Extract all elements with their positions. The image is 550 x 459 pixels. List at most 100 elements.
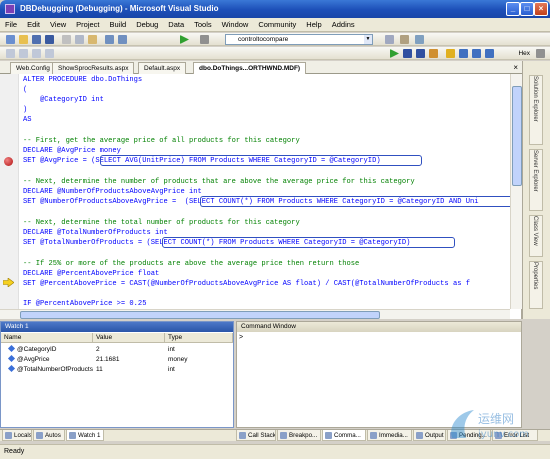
show-next-statement-icon[interactable] [446,49,455,58]
tab-label: Autos [45,432,61,439]
menu-edit[interactable]: Edit [22,18,45,32]
uncomment-icon[interactable] [45,49,54,58]
start-debug-icon[interactable] [180,35,189,44]
menu-view[interactable]: View [45,18,71,32]
menu-file[interactable]: File [0,18,22,32]
column-header-name[interactable]: Name [1,333,93,343]
maximize-button[interactable]: □ [520,2,534,16]
new-project-icon[interactable] [6,35,15,44]
editor-horizontal-scrollbar[interactable] [0,309,510,319]
toolbox-icon[interactable] [415,35,424,44]
sql-block-highlight[interactable] [100,155,422,166]
chevron-down-icon[interactable]: ▼ [364,35,372,44]
tab-web-config[interactable]: Web.Config [10,62,56,74]
sql-block-highlight[interactable] [162,237,455,248]
tab-label: Locals [14,432,32,439]
watch-row-type: money [168,356,188,363]
indent-icon[interactable] [6,49,15,58]
tab-label: Call Stack [248,432,276,439]
immediate-icon [370,432,377,439]
menu-addins[interactable]: Addins [327,18,360,32]
comment-icon[interactable] [32,49,41,58]
tab-server-explorer[interactable]: Server Explorer [529,149,543,211]
tab-default-aspx[interactable]: Default.aspx [138,62,187,74]
scrollbar-thumb[interactable] [20,311,380,319]
tab-breakpoints[interactable]: Breakpo... [277,430,321,441]
step-into-icon[interactable] [459,49,468,58]
tab-command[interactable]: Comma... [322,430,366,441]
watch-row-name[interactable]: @CategoryID [7,344,56,355]
tab-locals[interactable]: Locals [2,430,32,441]
save-icon[interactable] [32,35,41,44]
menu-project[interactable]: Project [71,18,104,32]
tab-showsprocresults[interactable]: ShowSprocResults.aspx [52,62,135,74]
tab-immediate[interactable]: Immedia... [367,430,412,441]
breakpoints-window-icon[interactable] [536,49,545,58]
tab-properties[interactable]: Properties [529,261,543,309]
code-line: ALTER PROCEDURE dbo.DoThings [23,76,143,84]
close-tab-icon[interactable]: × [513,62,518,73]
watermark-url: iyunv.com [478,429,529,440]
stop-icon[interactable] [416,49,425,58]
tab-autos[interactable]: Autos [33,430,65,441]
minimize-button[interactable]: _ [506,2,520,16]
column-header-type[interactable]: Type [165,333,233,343]
code-line: -- If 25% or more of the products are ab… [23,260,360,268]
breakpoint-icon[interactable] [4,157,13,166]
menu-debug[interactable]: Debug [131,18,163,32]
column-header-value[interactable]: Value [93,333,165,343]
continue-icon[interactable] [390,49,399,58]
paste-icon[interactable] [88,35,97,44]
code-line: DECLARE @TotalNumberOfProducts int [23,229,168,237]
copy-icon[interactable] [75,35,84,44]
step-out-icon[interactable] [485,49,494,58]
watch-row-value[interactable]: 2 [96,345,100,355]
code-editor[interactable]: ALTER PROCEDURE dbo.DoThings ( @Category… [0,74,522,319]
undo-icon[interactable] [105,35,114,44]
scrollbar-thumb[interactable] [512,86,522,186]
watermark-cn: 运维网 [478,412,514,426]
code-line: DECLARE @NumberOfProductsAboveAvgPrice i… [23,188,202,196]
find-combo[interactable]: controltocompare ▼ [225,34,373,45]
tab-solution-explorer[interactable]: Solution Explorer [529,75,543,145]
open-icon[interactable] [19,35,28,44]
menu-window[interactable]: Window [217,18,254,32]
title-bar: DBDebugging (Debugging) - Microsoft Visu… [0,0,550,18]
command-icon [325,432,332,439]
save-all-icon[interactable] [45,35,54,44]
pause-icon[interactable] [403,49,412,58]
properties-icon[interactable] [400,35,409,44]
editor-vertical-scrollbar[interactable] [510,74,522,309]
watch-row-value[interactable]: 11 [96,365,103,375]
watch-row-type: int [168,346,175,353]
watch-row-value[interactable]: 21.1681 [96,355,120,365]
variable-icon [7,354,16,363]
tab-class-view[interactable]: Class View [529,215,543,257]
menu-data[interactable]: Data [163,18,189,32]
restart-icon[interactable] [429,49,438,58]
sql-block-highlight[interactable] [200,196,510,207]
cut-icon[interactable] [62,35,71,44]
output-icon [416,432,423,439]
watch-row-name[interactable]: @TotalNumberOfProducts [7,364,93,375]
outdent-icon[interactable] [19,49,28,58]
code-line: ) [23,106,28,114]
tab-label: Output [425,432,444,439]
watch-row-name[interactable]: @AvgPrice [7,354,50,365]
menu-tools[interactable]: Tools [189,18,217,32]
redo-icon[interactable] [118,35,127,44]
close-button[interactable]: × [534,2,548,16]
find-icon[interactable] [385,35,394,44]
command-prompt[interactable]: > [239,334,243,341]
step-over-icon[interactable] [472,49,481,58]
tab-output[interactable]: Output [413,430,446,441]
code-line: -- First, get the average price of all p… [23,137,300,145]
config-icon[interactable] [200,35,209,44]
watch-row-type: int [168,366,175,373]
tab-watch-1[interactable]: Watch 1 [66,430,104,441]
hex-button[interactable]: Hex [518,48,530,59]
menu-community[interactable]: Community [253,18,301,32]
menu-build[interactable]: Build [105,18,132,32]
menu-help[interactable]: Help [301,18,326,32]
tab-call-stack[interactable]: Call Stack [236,430,276,441]
